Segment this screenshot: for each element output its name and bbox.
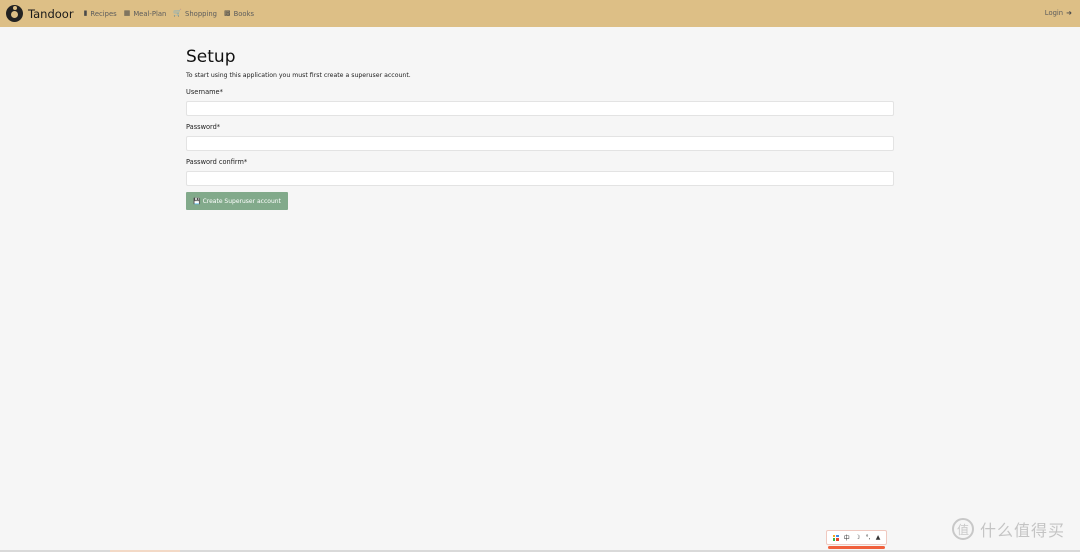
username-label: Username*	[186, 88, 223, 96]
nav-item-recipes[interactable]: ▮ Recipes	[84, 10, 117, 18]
save-icon: 💾	[193, 197, 201, 205]
login-link[interactable]: Login ➜	[1045, 9, 1072, 17]
punctuation-icon[interactable]: °,	[866, 534, 871, 541]
nav-item-shopping[interactable]: 🛒 Shopping	[173, 10, 217, 18]
password-input[interactable]	[186, 136, 894, 151]
ime-underline	[828, 546, 885, 549]
nav-item-label: Recipes	[90, 9, 117, 18]
nav-item-label: Books	[233, 9, 255, 18]
calendar-icon: ▦	[123, 9, 131, 17]
nav-item-label: Shopping	[185, 9, 217, 18]
cart-icon: 🛒	[173, 9, 183, 17]
book-icon: ▮	[83, 9, 88, 17]
top-navbar: Tandoor ▮ Recipes ▦ Meal-Plan 🛒 Shopping…	[0, 0, 1080, 27]
brand-name: Tandoor	[28, 6, 74, 21]
grid-icon[interactable]	[832, 534, 839, 541]
create-superuser-label: Create Superuser account	[202, 197, 281, 205]
nav-links: ▮ Recipes ▦ Meal-Plan 🛒 Shopping ▩ Books	[84, 10, 255, 18]
moon-icon[interactable]: ☽	[855, 534, 860, 541]
password-confirm-label: Password confirm*	[186, 158, 248, 166]
login-label: Login	[1044, 9, 1064, 17]
page-title: Setup	[186, 47, 236, 67]
username-input[interactable]	[186, 101, 894, 116]
brand-link[interactable]: Tandoor	[6, 5, 74, 22]
shirt-icon[interactable]: ▲	[876, 534, 881, 541]
tandoor-logo-icon	[6, 5, 23, 22]
nav-item-books[interactable]: ▩ Books	[224, 10, 254, 18]
watermark: 值 什么值得买	[952, 517, 1065, 541]
setup-form-container: Setup To start using this application yo…	[186, 46, 894, 210]
password-label: Password*	[186, 123, 221, 131]
nav-item-meal-plan[interactable]: ▦ Meal-Plan	[124, 10, 167, 18]
open-book-icon: ▩	[223, 9, 231, 17]
watermark-text: 什么值得买	[980, 521, 1066, 540]
ime-toolbar: 中 ☽ °, ▲	[826, 530, 887, 545]
create-superuser-button[interactable]: 💾 Create Superuser account	[186, 192, 288, 210]
watermark-badge: 值	[952, 518, 974, 540]
sign-in-icon: ➜	[1066, 8, 1072, 17]
password-confirm-input[interactable]	[186, 171, 894, 186]
intro-text: To start using this application you must…	[186, 72, 411, 79]
chinese-mode-icon[interactable]: 中	[844, 533, 850, 542]
nav-item-label: Meal-Plan	[133, 9, 167, 18]
